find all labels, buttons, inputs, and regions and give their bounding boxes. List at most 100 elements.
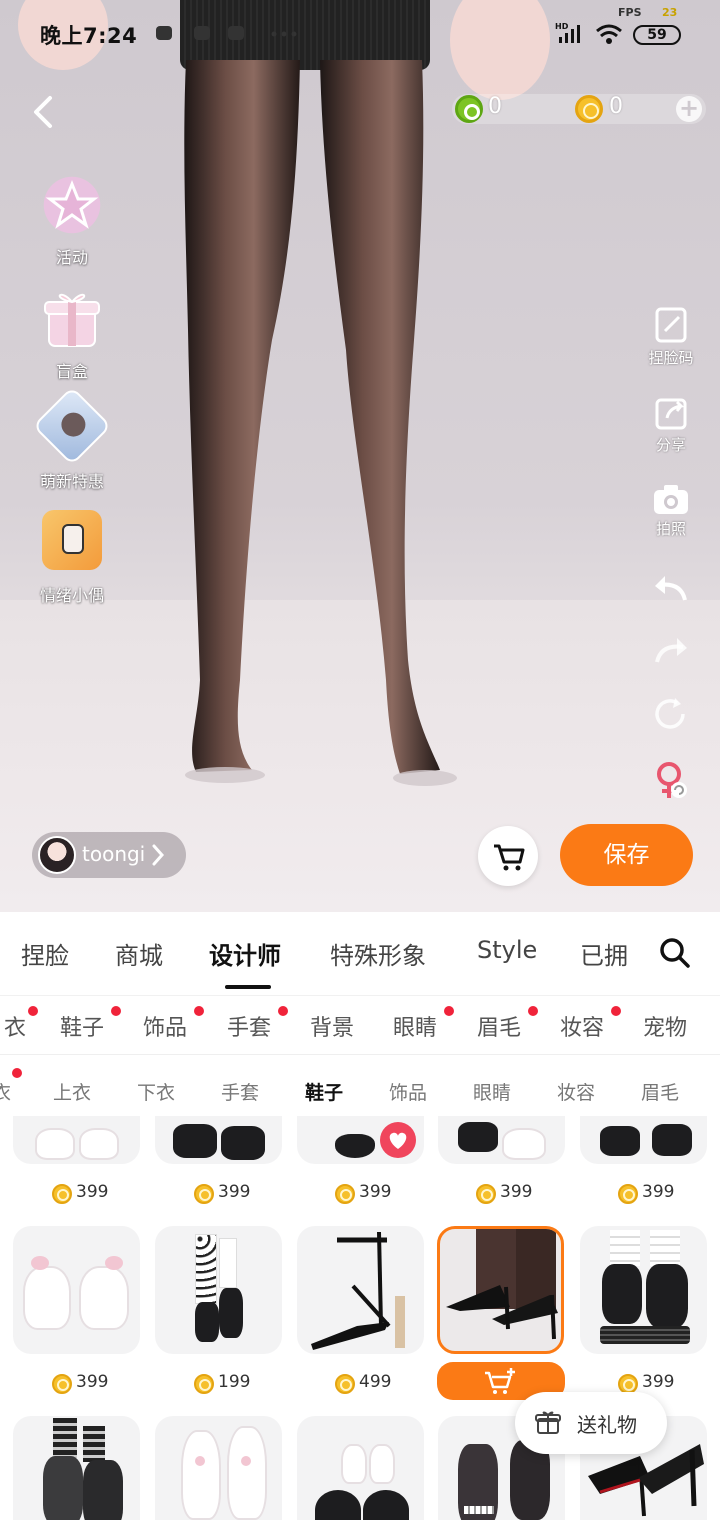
item-card[interactable] bbox=[297, 1416, 424, 1520]
gold-coin-icon bbox=[335, 1374, 355, 1394]
new-badge bbox=[528, 1006, 538, 1016]
side-menu-label: 萌新特惠 bbox=[39, 472, 104, 491]
item-card[interactable] bbox=[580, 1226, 707, 1354]
side-menu-blindbox[interactable]: 盲盒 bbox=[20, 286, 124, 382]
chevron-right-icon bbox=[152, 844, 165, 866]
new-badge bbox=[444, 1006, 454, 1016]
subcategory-tab-shoes[interactable]: 鞋子 bbox=[305, 1078, 343, 1105]
favorite-button[interactable] bbox=[380, 1122, 416, 1158]
reset-button[interactable] bbox=[636, 696, 706, 732]
active-tab-indicator bbox=[225, 985, 271, 989]
subcategory-tab-makeup[interactable]: 妆容 bbox=[557, 1078, 595, 1105]
gift-icon bbox=[535, 1411, 561, 1434]
item-card[interactable] bbox=[155, 1416, 282, 1520]
side-menu-label: 情绪小偶 bbox=[39, 586, 104, 605]
subcategory-tab-bottoms[interactable]: 下衣 bbox=[137, 1078, 175, 1105]
item-card[interactable] bbox=[297, 1226, 424, 1354]
side-menu-emotion-doll[interactable]: 情绪小偶 bbox=[20, 510, 124, 606]
search-icon[interactable] bbox=[658, 936, 692, 970]
item-price: 399 bbox=[52, 1372, 192, 1398]
send-gift-label: 送礼物 bbox=[577, 1413, 637, 1437]
send-gift-button[interactable]: 送礼物 bbox=[515, 1392, 667, 1454]
user-name: toongi bbox=[82, 842, 146, 866]
gold-coin-icon bbox=[618, 1374, 638, 1394]
gold-coin-amount: 0 bbox=[609, 94, 623, 119]
new-badge bbox=[28, 1006, 38, 1016]
category-tab-shoes[interactable]: 鞋子 bbox=[60, 1010, 104, 1042]
cart-icon bbox=[494, 844, 525, 871]
side-menu-activity[interactable]: 活动 bbox=[20, 172, 124, 268]
heart-icon bbox=[389, 1132, 407, 1149]
fps-label: FPS bbox=[618, 6, 642, 19]
item-card[interactable] bbox=[155, 1116, 282, 1164]
tab-face[interactable]: 捏脸 bbox=[21, 936, 69, 971]
back-button[interactable] bbox=[24, 90, 68, 134]
face-code-button[interactable]: 捏脸码 bbox=[636, 305, 706, 368]
side-menu-newbie-deal[interactable]: 萌新特惠 bbox=[20, 386, 124, 492]
item-card[interactable] bbox=[580, 1116, 707, 1164]
gold-coin-icon bbox=[476, 1184, 496, 1204]
subcategory-tab-gloves[interactable]: 手套 bbox=[221, 1078, 259, 1105]
item-price: 399 bbox=[476, 1182, 616, 1208]
category-tab-makeup[interactable]: 妆容 bbox=[560, 1010, 604, 1042]
subcategory-tab-tops[interactable]: 上衣 bbox=[53, 1078, 91, 1105]
face-code-icon bbox=[655, 307, 687, 343]
tool-label: 分享 bbox=[655, 436, 686, 454]
new-badge bbox=[611, 1006, 621, 1016]
item-price: 399 bbox=[194, 1182, 334, 1208]
category-tab-pets[interactable]: 宠物 bbox=[643, 1010, 687, 1042]
more-dots-icon bbox=[271, 31, 297, 37]
subcategory-tab[interactable]: 衣 bbox=[0, 1078, 11, 1105]
new-badge bbox=[12, 1068, 22, 1078]
redo-button[interactable] bbox=[636, 632, 706, 668]
heels-image bbox=[311, 1232, 405, 1350]
redo-icon bbox=[655, 638, 687, 663]
category-tab-eyebrows[interactable]: 眉毛 bbox=[477, 1010, 521, 1042]
cart-button[interactable] bbox=[478, 826, 538, 886]
wifi-icon bbox=[596, 24, 622, 44]
item-card[interactable] bbox=[13, 1416, 140, 1520]
tab-special-look[interactable]: 特殊形象 bbox=[330, 936, 426, 971]
subcategory-tab-eyebrows[interactable]: 眉毛 bbox=[641, 1078, 679, 1105]
undo-button[interactable] bbox=[636, 570, 706, 606]
tab-owned[interactable]: 已拥 bbox=[580, 936, 628, 971]
camera-button[interactable]: 拍照 bbox=[636, 482, 706, 539]
add-currency-button[interactable]: + bbox=[676, 96, 702, 122]
item-card-selected[interactable] bbox=[437, 1226, 564, 1354]
tab-designer[interactable]: 设计师 bbox=[209, 936, 281, 971]
side-menu-label: 盲盒 bbox=[55, 362, 88, 381]
new-badge bbox=[194, 1006, 204, 1016]
notification-icon bbox=[156, 26, 172, 40]
gender-switch-button[interactable] bbox=[636, 760, 706, 804]
item-card[interactable] bbox=[155, 1226, 282, 1354]
category-tab-eyes[interactable]: 眼睛 bbox=[393, 1010, 437, 1042]
avatar-scene[interactable]: 晚上7:24 HD FPS 23 59 0 0 + 活动 盲盒 萌新特惠 情绪小… bbox=[0, 0, 720, 912]
tab-style[interactable]: Style bbox=[477, 936, 537, 964]
notification-icon bbox=[194, 26, 210, 40]
subcategory-tab-eyes[interactable]: 眼睛 bbox=[473, 1078, 511, 1105]
green-coin-amount: 0 bbox=[488, 94, 502, 119]
main-tabs: 捏脸 商城 设计师 特殊形象 Style 已拥 bbox=[0, 912, 720, 990]
item-card[interactable] bbox=[13, 1116, 140, 1164]
gold-coin-icon bbox=[52, 1374, 72, 1394]
signal-icon: HD bbox=[555, 22, 580, 43]
share-button[interactable]: 分享 bbox=[636, 392, 706, 455]
gold-coin-icon bbox=[575, 95, 603, 123]
category-tab-gloves[interactable]: 手套 bbox=[227, 1010, 271, 1042]
category-tab-background[interactable]: 背景 bbox=[310, 1010, 354, 1042]
avatar bbox=[38, 836, 76, 874]
category-tab[interactable]: 衣 bbox=[4, 1010, 26, 1042]
tab-shop[interactable]: 商城 bbox=[115, 936, 163, 971]
item-card[interactable] bbox=[438, 1116, 565, 1164]
fps-value: 23 bbox=[662, 6, 678, 19]
new-badge bbox=[111, 1006, 121, 1016]
item-card[interactable] bbox=[13, 1226, 140, 1354]
svg-text:HD: HD bbox=[555, 22, 569, 31]
camera-icon bbox=[654, 485, 688, 514]
status-time: 晚上7:24 bbox=[40, 24, 138, 48]
subcategory-tab-accessories[interactable]: 饰品 bbox=[389, 1078, 427, 1105]
save-button[interactable]: 保存 bbox=[560, 824, 693, 886]
green-coin-icon bbox=[455, 95, 483, 123]
star-badge-icon bbox=[39, 172, 105, 238]
category-tab-accessories[interactable]: 饰品 bbox=[143, 1010, 187, 1042]
